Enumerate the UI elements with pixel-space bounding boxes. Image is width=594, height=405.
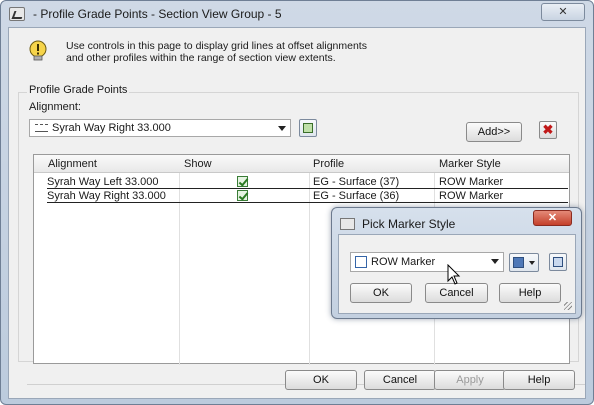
help-button[interactable]: Help — [503, 370, 575, 390]
ok-button[interactable]: OK — [285, 370, 357, 390]
alignment-dropdown[interactable]: Syrah Way Right 33.000 — [29, 119, 291, 137]
cell-alignment: Syrah Way Left 33.000 — [47, 176, 159, 188]
title-bar: - Profile Grade Points - Section View Gr… — [1, 1, 593, 27]
table-header: Alignment Show Profile Marker Style — [34, 155, 569, 173]
popup-help-button[interactable]: Help — [499, 283, 561, 303]
edit-style-button[interactable] — [509, 253, 539, 272]
window-title: - Profile Grade Points - Section View Gr… — [33, 7, 282, 21]
table-row[interactable]: Syrah Way Right 33.000 EG - Surface (36)… — [47, 189, 568, 203]
apply-button[interactable]: Apply — [434, 370, 506, 390]
chevron-down-icon[interactable] — [278, 126, 286, 131]
pick-from-drawing-icon — [303, 123, 313, 133]
app-icon — [340, 218, 355, 230]
cell-marker-style[interactable]: ROW Marker — [439, 176, 503, 188]
delete-icon[interactable]: ✖ — [539, 121, 557, 139]
column-profile[interactable]: Profile — [313, 158, 344, 170]
popup-ok-button[interactable]: OK — [350, 283, 412, 303]
group-label: Profile Grade Points — [27, 84, 130, 96]
resize-grip[interactable] — [564, 302, 572, 310]
cancel-button[interactable]: Cancel — [364, 370, 436, 390]
pick-alignment-button[interactable] — [299, 119, 317, 137]
chevron-down-icon[interactable] — [529, 261, 535, 265]
edit-style-icon — [513, 257, 524, 268]
table-row[interactable]: Syrah Way Left 33.000 EG - Surface (37) … — [47, 175, 568, 189]
app-icon — [9, 7, 25, 21]
alignment-value: Syrah Way Right 33.000 — [52, 122, 171, 134]
marker-style-value: ROW Marker — [371, 256, 436, 268]
marker-style-icon — [355, 256, 367, 268]
preview-style-button[interactable] — [549, 253, 567, 271]
cell-alignment: Syrah Way Right 33.000 — [47, 190, 166, 202]
column-alignment[interactable]: Alignment — [48, 158, 97, 170]
close-button[interactable]: ✕ — [541, 3, 585, 21]
style-preview-icon — [553, 257, 563, 267]
pick-marker-style-dialog: Pick Marker Style ✕ ROW Marker OK Cancel… — [331, 207, 582, 319]
column-show[interactable]: Show — [184, 158, 212, 170]
cell-marker-style[interactable]: ROW Marker — [439, 190, 503, 202]
mouse-cursor-icon — [447, 264, 461, 285]
info-bulb-icon — [29, 40, 47, 61]
cell-profile[interactable]: EG - Surface (36) — [313, 190, 399, 202]
popup-cancel-button[interactable]: Cancel — [425, 283, 488, 303]
popup-title: Pick Marker Style — [362, 217, 456, 231]
show-checkbox[interactable] — [237, 176, 248, 187]
popup-close-button[interactable]: ✕ — [533, 210, 572, 226]
show-checkbox[interactable] — [237, 190, 248, 201]
alignment-icon — [35, 124, 48, 132]
column-marker-style[interactable]: Marker Style — [439, 158, 501, 170]
profile-grade-points-dialog: - Profile Grade Points - Section View Gr… — [0, 0, 594, 405]
add-button[interactable]: Add>> — [466, 122, 522, 142]
chevron-down-icon[interactable] — [491, 259, 499, 264]
info-text: Use controls in this page to display gri… — [66, 40, 367, 64]
cell-profile[interactable]: EG - Surface (37) — [313, 176, 399, 188]
marker-style-dropdown[interactable]: ROW Marker — [350, 252, 504, 272]
alignment-label: Alignment: — [29, 101, 81, 113]
